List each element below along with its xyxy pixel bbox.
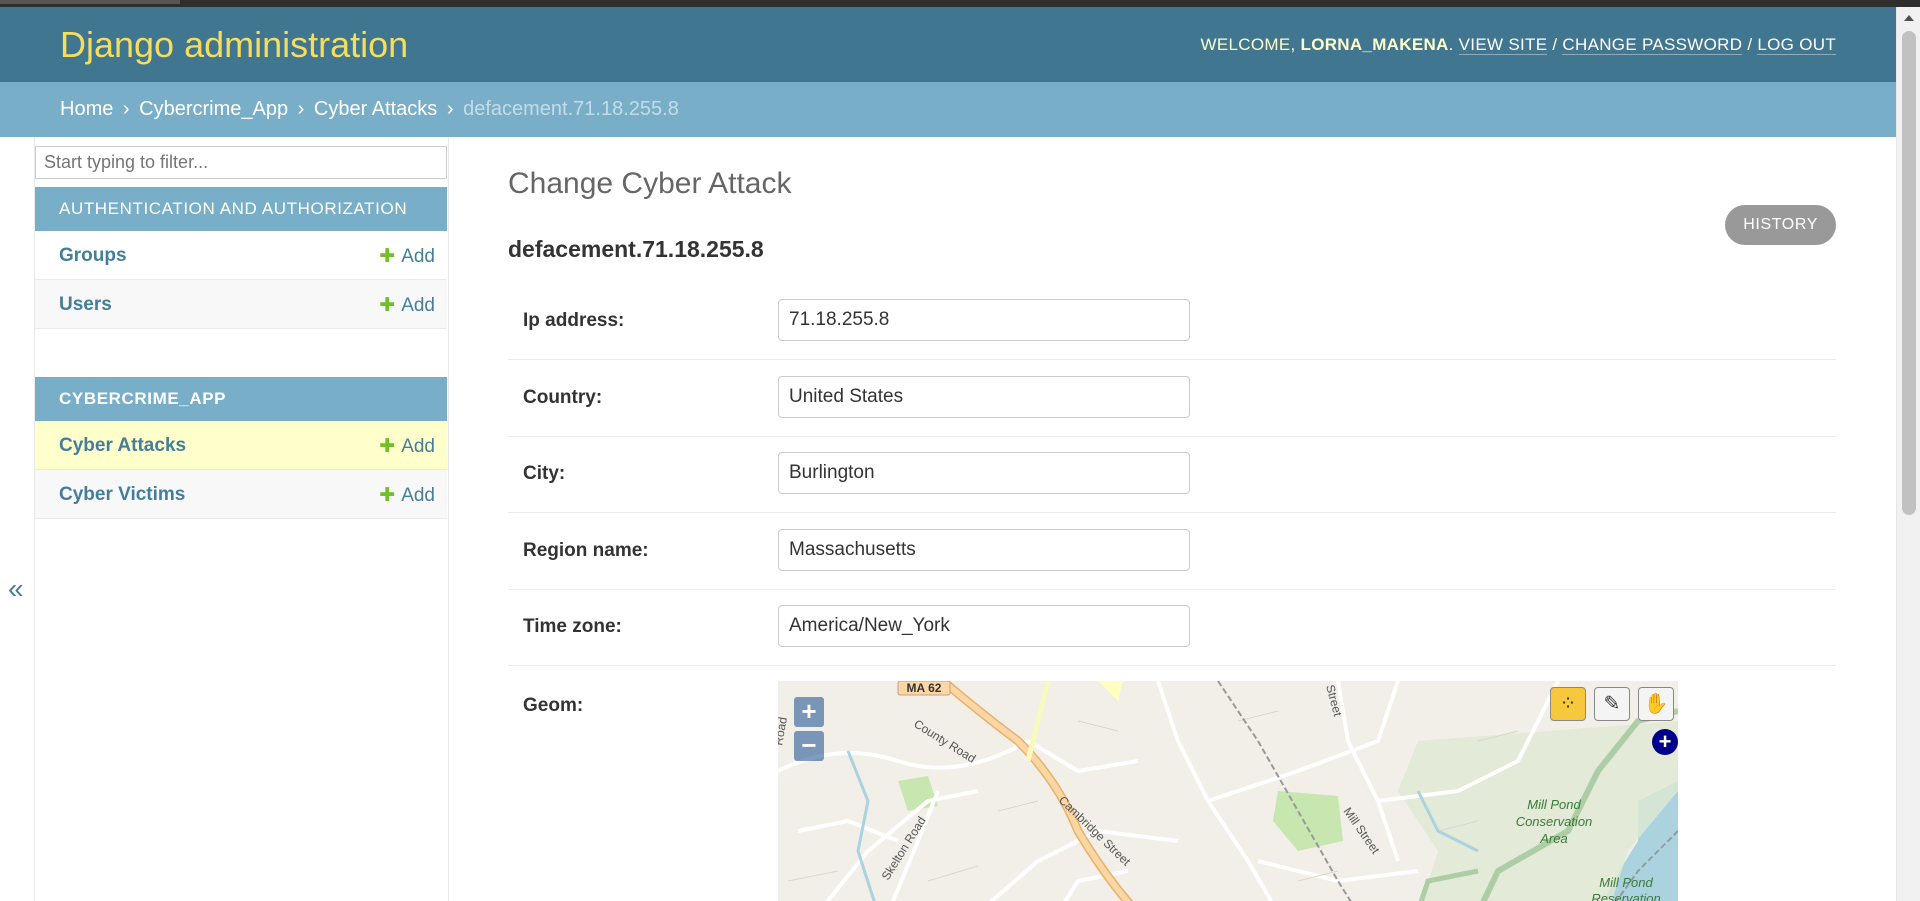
- geom-map-widget[interactable]: MA 62 County Road Cambridge Street Skelt…: [778, 681, 1678, 901]
- field-label: Ip address:: [523, 310, 625, 331]
- breadcrumb-app[interactable]: Cybercrime_App: [139, 98, 288, 120]
- username: LORNA_MAKENA: [1300, 35, 1449, 54]
- map-label-mill-pond-area-1: Mill Pond: [1527, 797, 1581, 812]
- draw-point-tool[interactable]: ⁘: [1550, 687, 1586, 721]
- object-name: defacement.71.18.255.8: [508, 236, 764, 262]
- breadcrumb-current: defacement.71.18.255.8: [463, 98, 679, 120]
- breadcrumb-model[interactable]: Cyber Attacks: [314, 98, 437, 120]
- toggle-nav-sidebar[interactable]: «: [0, 137, 34, 901]
- add-cyber-victims-link[interactable]: ✚ Add: [379, 484, 435, 507]
- module-auth: AUTHENTICATION AND AUTHORIZATION Groups …: [35, 187, 447, 329]
- field-row-country: Country: United States: [508, 360, 1836, 437]
- map-label-ma62: MA 62: [907, 681, 942, 695]
- page-title: Change Cyber Attack: [508, 167, 792, 200]
- welcome-text: WELCOME,: [1200, 35, 1296, 54]
- log-out-link[interactable]: LOG OUT: [1757, 35, 1836, 55]
- sidebar-item-cyber-attacks[interactable]: Cyber Attacks ✚ Add: [35, 421, 447, 470]
- scrollbar-thumb[interactable]: [1902, 31, 1916, 515]
- site-branding[interactable]: Django administration: [60, 24, 408, 66]
- map-label-mill-pond-area-2: Conservation: [1516, 814, 1593, 829]
- plus-icon: ✚: [379, 246, 396, 267]
- map-plus-icon[interactable]: +: [1652, 729, 1678, 755]
- map-label-mill-pond-res-2: Reservation: [1591, 891, 1660, 901]
- change-password-link[interactable]: CHANGE PASSWORD: [1562, 35, 1743, 55]
- module-caption-auth[interactable]: AUTHENTICATION AND AUTHORIZATION: [35, 187, 447, 231]
- collapse-sidebar-icon[interactable]: «: [8, 573, 24, 605]
- user-tools-sep: /: [1747, 35, 1753, 54]
- sidebar-item-groups[interactable]: Groups ✚ Add: [35, 231, 447, 280]
- history-button[interactable]: HISTORY: [1725, 205, 1836, 245]
- pencil-icon: ✎: [1603, 693, 1621, 715]
- modify-tool[interactable]: ✎: [1594, 687, 1630, 721]
- field-row-city: City: Burlington: [508, 436, 1836, 513]
- sidebar-item-label[interactable]: Users: [59, 294, 112, 316]
- pan-tool[interactable]: ✋: [1638, 687, 1674, 721]
- field-label: Time zone:: [523, 616, 622, 637]
- country-input[interactable]: United States: [778, 376, 1190, 418]
- breadcrumb-home[interactable]: Home: [60, 98, 113, 120]
- add-label: Add: [401, 295, 435, 316]
- city-input[interactable]: Burlington: [778, 452, 1190, 494]
- add-users-link[interactable]: ✚ Add: [379, 294, 435, 317]
- sidebar-item-label[interactable]: Groups: [59, 245, 127, 267]
- page-scrollbar[interactable]: [1896, 7, 1920, 901]
- view-site-link[interactable]: VIEW SITE: [1458, 35, 1548, 55]
- breadcrumb-sep: ›: [446, 98, 454, 120]
- field-label: Country:: [523, 387, 603, 408]
- sidebar-item-label[interactable]: Cyber Victims: [59, 484, 185, 506]
- map-zoom-out-button[interactable]: −: [794, 731, 824, 761]
- plus-icon: ✚: [379, 436, 396, 457]
- map-zoom-in-button[interactable]: +: [794, 697, 824, 727]
- nav-sidebar: AUTHENTICATION AND AUTHORIZATION Groups …: [34, 137, 449, 901]
- field-row-ip-address: Ip address: 71.18.255.8: [508, 283, 1836, 360]
- ip-address-input[interactable]: 71.18.255.8: [778, 299, 1190, 341]
- field-row-geom: Geom: MA 62 County Road Cambridge Street…: [508, 673, 1836, 901]
- breadcrumb-sep: ›: [122, 98, 130, 120]
- user-tools: WELCOME, LORNA_MAKENA. VIEW SITE / CHANG…: [1200, 35, 1836, 55]
- field-label: City:: [523, 463, 566, 484]
- hand-icon: ✋: [1643, 693, 1669, 715]
- sidebar-item-users[interactable]: Users ✚ Add: [35, 280, 447, 329]
- field-row-time-zone: Time zone: America/New_York: [508, 589, 1836, 666]
- map-tiles[interactable]: MA 62 County Road Cambridge Street Skelt…: [778, 681, 1678, 901]
- scroll-up-arrow-icon[interactable]: [1904, 15, 1914, 21]
- add-groups-link[interactable]: ✚ Add: [379, 245, 435, 268]
- field-label: Geom:: [523, 695, 584, 716]
- module-cybercrime-app: CYBERCRIME_APP Cyber Attacks ✚ Add Cyber …: [35, 377, 447, 519]
- breadcrumb-sep: ›: [297, 98, 305, 120]
- time-zone-input[interactable]: America/New_York: [778, 605, 1190, 647]
- region-name-input[interactable]: Massachusetts: [778, 529, 1190, 571]
- field-row-region-name: Region name: Massachusetts: [508, 513, 1836, 590]
- breadcrumb: Home › Cybercrime_App › Cyber Attacks › …: [0, 82, 1896, 137]
- plus-icon: ✚: [379, 485, 396, 506]
- add-label: Add: [401, 246, 435, 267]
- add-label: Add: [401, 436, 435, 457]
- plus-icon: ✚: [379, 295, 396, 316]
- sidebar-item-label[interactable]: Cyber Attacks: [59, 435, 186, 457]
- map-label-mill-pond-area-3: Area: [1539, 831, 1567, 846]
- site-header: Django administration WELCOME, LORNA_MAK…: [0, 7, 1896, 82]
- browser-tab-edge: [0, 0, 180, 4]
- field-label: Region name:: [523, 540, 649, 561]
- browser-top-strip: [0, 0, 1920, 7]
- user-tools-sep: /: [1552, 35, 1558, 54]
- map-label-mill-pond-res-1: Mill Pond: [1599, 875, 1653, 890]
- add-label: Add: [401, 485, 435, 506]
- sidebar-item-cyber-victims[interactable]: Cyber Victims ✚ Add: [35, 470, 447, 519]
- module-caption-cybercrime-app[interactable]: CYBERCRIME_APP: [35, 377, 447, 421]
- draw-point-icon: ⁘: [1559, 693, 1577, 715]
- add-cyber-attacks-link[interactable]: ✚ Add: [379, 435, 435, 458]
- nav-filter-input[interactable]: [35, 146, 447, 179]
